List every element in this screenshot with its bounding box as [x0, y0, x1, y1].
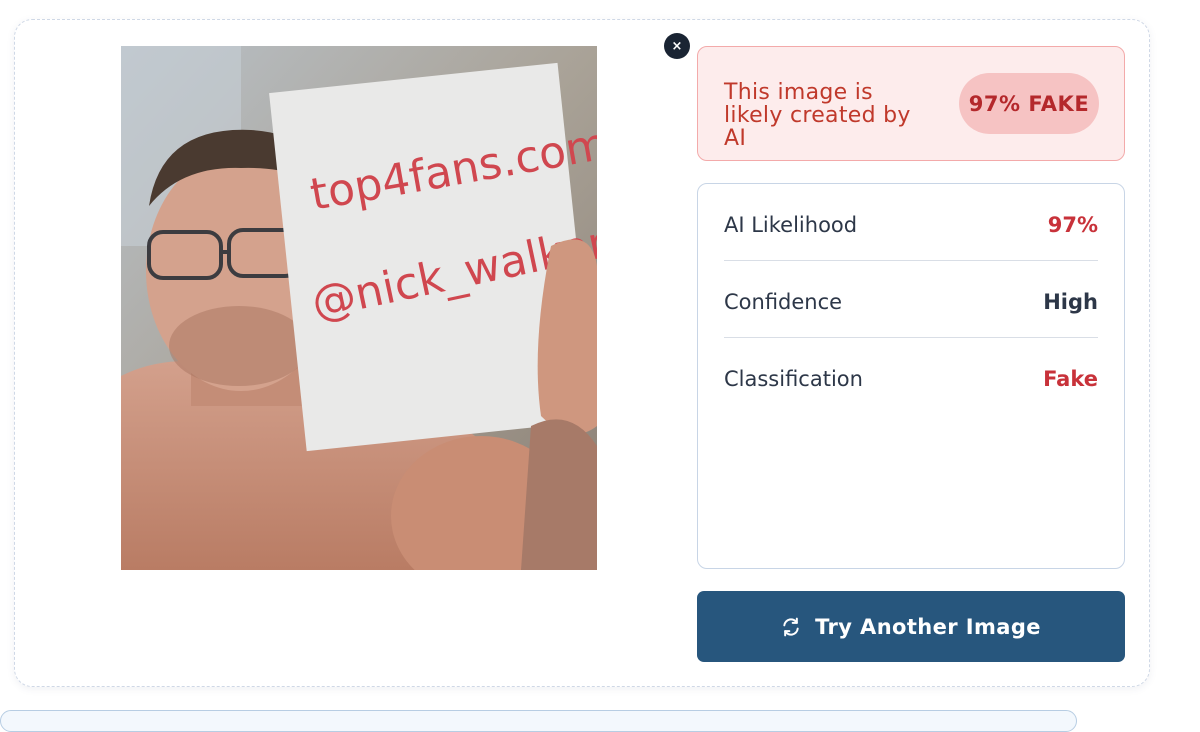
close-button[interactable]: ×	[664, 33, 690, 59]
metric-value: High	[1043, 290, 1098, 314]
uploaded-image: top4fans.com @nick_walker39	[121, 46, 597, 570]
metric-row-ai-likelihood: AI Likelihood 97%	[724, 190, 1098, 261]
metric-label: Confidence	[724, 290, 843, 314]
metric-label: AI Likelihood	[724, 213, 858, 237]
try-another-image-label: Try Another Image	[815, 614, 1041, 639]
close-icon: ×	[671, 38, 683, 54]
refresh-icon	[783, 617, 799, 636]
photo-illustration: top4fans.com @nick_walker39	[121, 46, 597, 570]
try-another-image-button[interactable]: Try Another Image	[697, 591, 1125, 662]
metric-value: 97%	[1047, 213, 1098, 237]
metric-label: Classification	[724, 367, 863, 391]
verdict-banner: This image is likely created by AI 97% F…	[697, 46, 1125, 161]
verdict-badge: 97% FAKE	[959, 73, 1099, 134]
metric-row-classification: Classification Fake	[724, 344, 1098, 414]
verdict-text: This image is likely created by AI	[724, 80, 911, 151]
metric-row-confidence: Confidence High	[724, 267, 1098, 338]
metrics-panel: AI Likelihood 97% Confidence High Classi…	[697, 183, 1125, 569]
metric-value: Fake	[1043, 367, 1098, 391]
next-section-edge	[0, 710, 1077, 732]
